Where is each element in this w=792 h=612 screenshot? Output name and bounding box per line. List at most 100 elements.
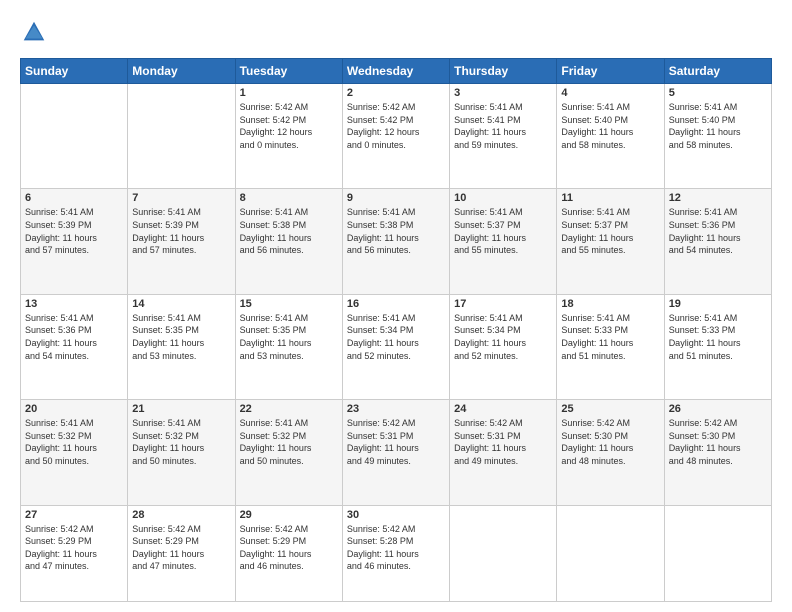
calendar-cell: 23 Sunrise: 5:42 AM Sunset: 5:31 PM Dayli…: [342, 400, 449, 505]
day-number: 2: [347, 87, 445, 99]
calendar-cell: 26 Sunrise: 5:42 AM Sunset: 5:30 PM Dayli…: [664, 400, 771, 505]
day-info: Sunrise: 5:42 AM Sunset: 5:42 PM Dayligh…: [240, 101, 338, 151]
day-header-monday: Monday: [128, 59, 235, 84]
day-number: 8: [240, 192, 338, 204]
day-number: 27: [25, 509, 123, 521]
day-info: Sunrise: 5:41 AM Sunset: 5:34 PM Dayligh…: [454, 312, 552, 362]
day-info: Sunrise: 5:42 AM Sunset: 5:29 PM Dayligh…: [240, 523, 338, 573]
day-number: 9: [347, 192, 445, 204]
day-header-tuesday: Tuesday: [235, 59, 342, 84]
calendar-cell: 22 Sunrise: 5:41 AM Sunset: 5:32 PM Dayli…: [235, 400, 342, 505]
day-number: 23: [347, 403, 445, 415]
day-info: Sunrise: 5:42 AM Sunset: 5:31 PM Dayligh…: [454, 417, 552, 467]
day-number: 15: [240, 298, 338, 310]
day-info: Sunrise: 5:41 AM Sunset: 5:37 PM Dayligh…: [561, 206, 659, 256]
day-header-wednesday: Wednesday: [342, 59, 449, 84]
calendar-cell: 19 Sunrise: 5:41 AM Sunset: 5:33 PM Dayli…: [664, 294, 771, 399]
day-number: 29: [240, 509, 338, 521]
day-number: 22: [240, 403, 338, 415]
calendar-cell: [21, 84, 128, 189]
day-number: 21: [132, 403, 230, 415]
calendar-cell: 6 Sunrise: 5:41 AM Sunset: 5:39 PM Daylig…: [21, 189, 128, 294]
day-number: 3: [454, 87, 552, 99]
day-number: 18: [561, 298, 659, 310]
day-info: Sunrise: 5:41 AM Sunset: 5:39 PM Dayligh…: [132, 206, 230, 256]
day-info: Sunrise: 5:41 AM Sunset: 5:41 PM Dayligh…: [454, 101, 552, 151]
day-info: Sunrise: 5:41 AM Sunset: 5:32 PM Dayligh…: [240, 417, 338, 467]
calendar-cell: 5Sunrise: 5:41 AM Sunset: 5:40 PM Daylig…: [664, 84, 771, 189]
day-info: Sunrise: 5:41 AM Sunset: 5:36 PM Dayligh…: [669, 206, 767, 256]
day-info: Sunrise: 5:41 AM Sunset: 5:35 PM Dayligh…: [240, 312, 338, 362]
day-info: Sunrise: 5:41 AM Sunset: 5:38 PM Dayligh…: [240, 206, 338, 256]
calendar-cell: 11 Sunrise: 5:41 AM Sunset: 5:37 PM Dayli…: [557, 189, 664, 294]
day-number: 11: [561, 192, 659, 204]
day-number: 7: [132, 192, 230, 204]
calendar-cell: 21 Sunrise: 5:41 AM Sunset: 5:32 PM Dayli…: [128, 400, 235, 505]
day-info: Sunrise: 5:41 AM Sunset: 5:35 PM Dayligh…: [132, 312, 230, 362]
day-header-friday: Friday: [557, 59, 664, 84]
calendar-cell: 3 Sunrise: 5:41 AM Sunset: 5:41 PM Daylig…: [450, 84, 557, 189]
day-number: 28: [132, 509, 230, 521]
logo-icon: [20, 18, 48, 46]
day-info: Sunrise: 5:41 AM Sunset: 5:32 PM Dayligh…: [132, 417, 230, 467]
day-number: 20: [25, 403, 123, 415]
calendar-cell: 10 Sunrise: 5:41 AM Sunset: 5:37 PM Dayli…: [450, 189, 557, 294]
calendar-cell: 14 Sunrise: 5:41 AM Sunset: 5:35 PM Dayli…: [128, 294, 235, 399]
calendar-cell: 2 Sunrise: 5:42 AM Sunset: 5:42 PM Daylig…: [342, 84, 449, 189]
day-number: 24: [454, 403, 552, 415]
day-header-sunday: Sunday: [21, 59, 128, 84]
day-info: Sunrise: 5:42 AM Sunset: 5:28 PM Dayligh…: [347, 523, 445, 573]
day-number: 30: [347, 509, 445, 521]
day-number: 1: [240, 87, 338, 99]
day-info: Sunrise: 5:41 AM Sunset: 5:33 PM Dayligh…: [561, 312, 659, 362]
calendar-cell: 28 Sunrise: 5:42 AM Sunset: 5:29 PM Dayli…: [128, 505, 235, 602]
calendar-cell: 12 Sunrise: 5:41 AM Sunset: 5:36 PM Dayli…: [664, 189, 771, 294]
day-number: 12: [669, 192, 767, 204]
day-info: Sunrise: 5:42 AM Sunset: 5:29 PM Dayligh…: [25, 523, 123, 573]
day-info: Sunrise: 5:41 AM Sunset: 5:39 PM Dayligh…: [25, 206, 123, 256]
day-number: 10: [454, 192, 552, 204]
calendar-cell: 25 Sunrise: 5:42 AM Sunset: 5:30 PM Dayli…: [557, 400, 664, 505]
day-info: Sunrise: 5:42 AM Sunset: 5:31 PM Dayligh…: [347, 417, 445, 467]
day-number: 6: [25, 192, 123, 204]
day-number: 16: [347, 298, 445, 310]
day-info: Sunrise: 5:42 AM Sunset: 5:29 PM Dayligh…: [132, 523, 230, 573]
calendar-cell: 24 Sunrise: 5:42 AM Sunset: 5:31 PM Dayli…: [450, 400, 557, 505]
day-info: Sunrise: 5:41 AM Sunset: 5:37 PM Dayligh…: [454, 206, 552, 256]
day-info: Sunrise: 5:42 AM Sunset: 5:30 PM Dayligh…: [561, 417, 659, 467]
calendar-table: SundayMondayTuesdayWednesdayThursdayFrid…: [20, 58, 772, 602]
calendar-cell: 9Sunrise: 5:41 AM Sunset: 5:38 PM Daylig…: [342, 189, 449, 294]
calendar-cell: 15 Sunrise: 5:41 AM Sunset: 5:35 PM Dayli…: [235, 294, 342, 399]
day-number: 13: [25, 298, 123, 310]
calendar-cell: 27 Sunrise: 5:42 AM Sunset: 5:29 PM Dayli…: [21, 505, 128, 602]
logo: [20, 18, 52, 46]
day-number: 19: [669, 298, 767, 310]
day-info: Sunrise: 5:41 AM Sunset: 5:32 PM Dayligh…: [25, 417, 123, 467]
calendar-cell: 1 Sunrise: 5:42 AM Sunset: 5:42 PM Daylig…: [235, 84, 342, 189]
header: [20, 18, 772, 46]
calendar-cell: 4Sunrise: 5:41 AM Sunset: 5:40 PM Daylig…: [557, 84, 664, 189]
day-number: 14: [132, 298, 230, 310]
calendar-cell: [557, 505, 664, 602]
day-info: Sunrise: 5:42 AM Sunset: 5:30 PM Dayligh…: [669, 417, 767, 467]
day-number: 25: [561, 403, 659, 415]
calendar-cell: 7 Sunrise: 5:41 AM Sunset: 5:39 PM Daylig…: [128, 189, 235, 294]
day-info: Sunrise: 5:41 AM Sunset: 5:34 PM Dayligh…: [347, 312, 445, 362]
calendar-cell: 30 Sunrise: 5:42 AM Sunset: 5:28 PM Dayli…: [342, 505, 449, 602]
day-info: Sunrise: 5:41 AM Sunset: 5:40 PM Dayligh…: [669, 101, 767, 151]
day-number: 17: [454, 298, 552, 310]
day-number: 26: [669, 403, 767, 415]
day-header-saturday: Saturday: [664, 59, 771, 84]
day-header-thursday: Thursday: [450, 59, 557, 84]
day-info: Sunrise: 5:41 AM Sunset: 5:33 PM Dayligh…: [669, 312, 767, 362]
calendar-cell: 18 Sunrise: 5:41 AM Sunset: 5:33 PM Dayli…: [557, 294, 664, 399]
day-info: Sunrise: 5:42 AM Sunset: 5:42 PM Dayligh…: [347, 101, 445, 151]
page: SundayMondayTuesdayWednesdayThursdayFrid…: [0, 0, 792, 612]
calendar-cell: [128, 84, 235, 189]
calendar-cell: 17 Sunrise: 5:41 AM Sunset: 5:34 PM Dayli…: [450, 294, 557, 399]
calendar-cell: 29 Sunrise: 5:42 AM Sunset: 5:29 PM Dayli…: [235, 505, 342, 602]
calendar-cell: 20 Sunrise: 5:41 AM Sunset: 5:32 PM Dayli…: [21, 400, 128, 505]
calendar-cell: 13Sunrise: 5:41 AM Sunset: 5:36 PM Dayli…: [21, 294, 128, 399]
day-number: 4: [561, 87, 659, 99]
calendar-cell: [450, 505, 557, 602]
